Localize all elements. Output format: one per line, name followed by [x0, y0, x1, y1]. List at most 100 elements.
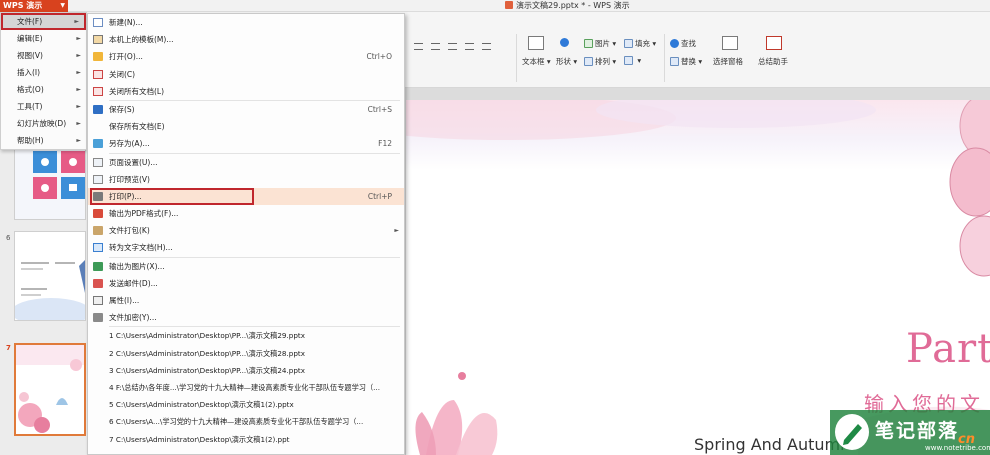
recent-file-item[interactable]: 7 C:\Users\Administrator\Desktop\演示文稿1(2…	[88, 431, 404, 448]
submenu-arrow-icon: ►	[76, 52, 81, 59]
submenu-arrow-icon: ►	[76, 35, 81, 42]
menu-item-view[interactable]: 视图(V) ►	[1, 47, 86, 64]
line-style-button[interactable]: ▾	[624, 56, 641, 65]
summary-assistant-icon[interactable]	[766, 36, 782, 50]
menu-item-edit[interactable]: 编辑(E) ►	[1, 30, 86, 47]
menu-open[interactable]: 打开(O)... Ctrl+O	[88, 48, 404, 65]
picture-button[interactable]: 图片 ▾	[584, 38, 616, 49]
properties-icon	[93, 296, 103, 305]
slide-thumbnail-6[interactable]	[14, 231, 86, 321]
menu-send-mail[interactable]: 发送邮件(D)...	[88, 275, 404, 292]
align-left-icon[interactable]	[414, 43, 423, 50]
current-slide[interactable]: Part 输入您的文 Spring And Autumn	[406, 100, 990, 455]
find-icon	[670, 39, 679, 48]
submenu-arrow-icon: ►	[76, 103, 81, 110]
save-icon	[93, 104, 103, 114]
pen-logo-icon	[835, 414, 869, 450]
menu-properties[interactable]: 属性(I)...	[88, 292, 404, 309]
menu-file-package[interactable]: 文件打包(K) ►	[88, 222, 404, 239]
ribbon-divider	[516, 34, 517, 82]
textbox-icon[interactable]	[528, 36, 544, 50]
slide-thumbnail-graphic	[16, 345, 84, 434]
fill-button[interactable]: 填充 ▾	[624, 38, 656, 49]
menu-item-slideshow[interactable]: 幻灯片放映(D) ►	[1, 115, 86, 132]
menu-page-setup[interactable]: 页面设置(U)...	[88, 154, 404, 171]
page-setup-icon	[93, 157, 103, 167]
align-right-icon[interactable]	[448, 43, 457, 50]
print-icon	[93, 191, 103, 201]
title-bar: WPS 演示 ▼ 演示文稿29.pptx * - WPS 演示	[0, 0, 990, 12]
summary-assistant-button[interactable]: 总结助手	[758, 56, 788, 67]
recent-file-item[interactable]: 5 C:\Users\Administrator\Desktop\演示文稿1(2…	[88, 396, 404, 413]
shape-button[interactable]: 形状 ▾	[556, 56, 577, 67]
chevron-down-icon: ▼	[60, 2, 65, 9]
menu-export-pdf[interactable]: 输出为PDF格式(F)...	[88, 205, 404, 222]
print-preview-icon	[93, 174, 103, 184]
shortcut-label: Ctrl+S	[367, 104, 392, 114]
shortcut-label: Ctrl+O	[366, 52, 392, 62]
find-button[interactable]: 查找	[670, 38, 696, 49]
arrange-icon	[584, 57, 593, 66]
slide-part-heading: Part	[906, 326, 990, 372]
highlight-box	[90, 187, 254, 205]
menu-export-image[interactable]: 输出为图片(X)...	[88, 258, 404, 275]
menu-close[interactable]: 关闭(C)	[88, 66, 404, 83]
line-spacing-icon[interactable]	[482, 43, 491, 50]
menu-save[interactable]: 保存(S) Ctrl+S	[88, 101, 404, 118]
new-doc-icon	[93, 18, 103, 27]
menu-convert-to-text[interactable]: 转为文字文档(H)...	[88, 239, 404, 256]
slide-thumbnail-7[interactable]	[14, 343, 86, 436]
menu-save-all[interactable]: 保存所有文档(E)	[88, 118, 404, 135]
to-text-icon	[93, 243, 103, 253]
menu-item-insert[interactable]: 插入(I) ►	[1, 64, 86, 81]
file-submenu: 新建(N)... 本机上的模板(M)... 打开(O)... Ctrl+O 关闭(…	[87, 13, 405, 455]
watermark-title: 笔记部落	[875, 420, 960, 442]
slide-caption: Spring And Autumn	[694, 435, 851, 454]
shape-icon[interactable]	[560, 38, 571, 47]
wps-app-menu-button[interactable]: WPS 演示 ▼	[0, 0, 68, 12]
slide-thumbnail-graphic	[15, 232, 85, 320]
recent-file-item[interactable]: 3 C:\Users\Administrator\Desktop\PP...\演…	[88, 362, 404, 379]
align-justify-icon[interactable]	[465, 43, 474, 50]
menu-encrypt-file[interactable]: 文件加密(Y)...	[88, 309, 404, 326]
shortcut-label: Ctrl+P	[367, 191, 392, 201]
paragraph-align-group[interactable]	[410, 40, 510, 80]
template-icon	[93, 35, 103, 45]
menu-close-all[interactable]: 关闭所有文档(L)	[88, 83, 404, 100]
wps-brand-label: WPS 演示	[3, 1, 43, 10]
menu-print-preview[interactable]: 打印预览(V)	[88, 171, 404, 188]
submenu-arrow-icon: ►	[394, 227, 399, 235]
menu-item-file[interactable]: 文件(F) ►	[1, 13, 86, 30]
replace-button[interactable]: 替换 ▾	[670, 56, 702, 67]
menu-local-templates[interactable]: 本机上的模板(M)...	[88, 31, 404, 48]
arrange-button[interactable]: 排列 ▾	[584, 56, 616, 67]
selection-pane-icon[interactable]	[722, 36, 738, 50]
package-icon	[93, 226, 103, 236]
recent-file-item[interactable]: 1 C:\Users\Administrator\Desktop\PP...\演…	[88, 327, 404, 344]
submenu-arrow-icon: ►	[76, 137, 81, 144]
lock-icon	[93, 313, 103, 323]
ribbon-divider	[664, 34, 665, 82]
window-title: 演示文稿29.pptx * - WPS 演示	[505, 0, 630, 12]
textbox-button[interactable]: 文本框 ▾	[522, 56, 551, 67]
menu-save-as[interactable]: 另存为(A)... F12	[88, 135, 404, 152]
menu-new[interactable]: 新建(N)...	[88, 14, 404, 31]
slide-number: 7	[6, 344, 11, 352]
menu-item-help[interactable]: 帮助(H) ►	[1, 132, 86, 149]
selection-pane-button[interactable]: 选择窗格	[713, 56, 743, 67]
recent-file-item[interactable]: 2 C:\Users\Administrator\Desktop\PP...\演…	[88, 345, 404, 362]
slide-thumbnail-5[interactable]	[14, 146, 86, 220]
menu-item-format[interactable]: 格式(O) ►	[1, 81, 86, 98]
recent-file-item[interactable]: 4 F:\总结办\各年度...\学习党的十九大精神—建设高素质专业化干部队伍专题…	[88, 379, 404, 396]
menu-print[interactable]: 打印(P)... Ctrl+P	[88, 187, 404, 206]
fill-icon	[624, 39, 633, 48]
site-watermark: 笔记部落 cn www.notetribe.com	[830, 410, 990, 455]
slide-number: 6	[6, 234, 11, 242]
wps-main-menu: 文件(F) ► 编辑(E) ► 视图(V) ► 插入(I) ► 格式(O) ► 工具(T)…	[0, 12, 87, 150]
align-center-icon[interactable]	[431, 43, 440, 50]
submenu-arrow-icon: ►	[76, 86, 81, 93]
recent-file-item[interactable]: 6 C:\Users\A...\学习党的十九大精神—建设高素质专业化干部队伍专题…	[88, 413, 404, 430]
submenu-arrow-icon: ►	[76, 69, 81, 76]
menu-item-tools[interactable]: 工具(T) ►	[1, 98, 86, 115]
export-image-icon	[93, 261, 103, 271]
